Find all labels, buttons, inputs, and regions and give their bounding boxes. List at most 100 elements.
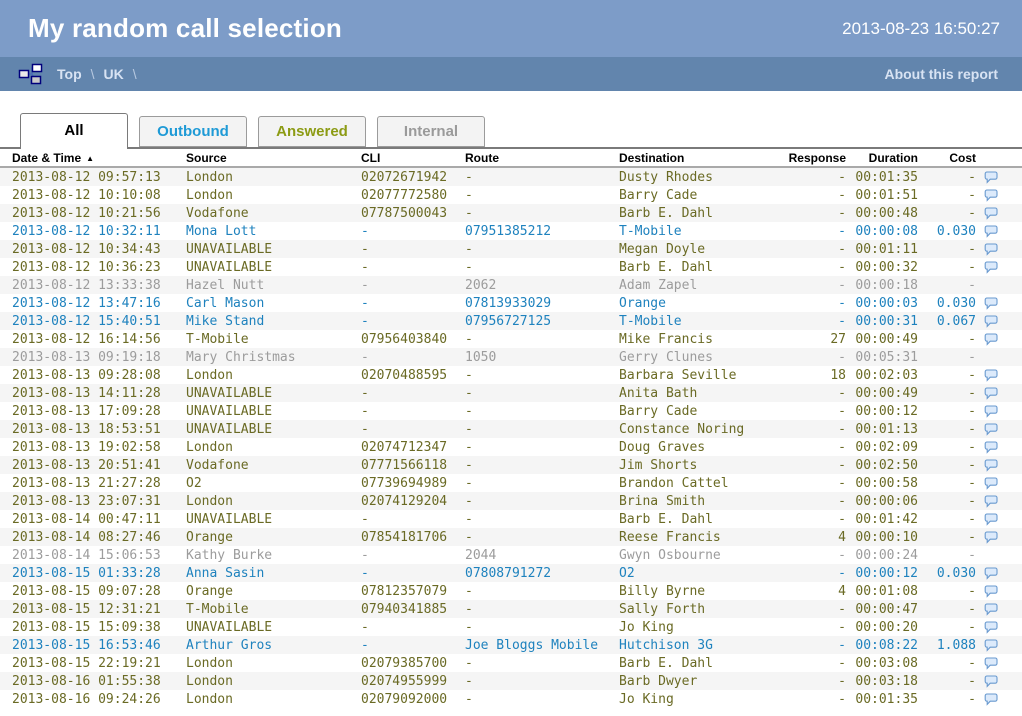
cell-cost: - (918, 656, 976, 671)
table-row[interactable]: 2013-08-15 15:09:38 UNAVAILABLE - - Jo K… (0, 618, 1022, 636)
table-row[interactable]: 2013-08-14 08:27:46 Orange 07854181706 -… (0, 528, 1022, 546)
speech-bubble-icon[interactable] (984, 441, 998, 454)
tab-outbound[interactable]: Outbound (139, 116, 247, 147)
cell-cli: 02079385700 (361, 656, 465, 671)
table-row[interactable]: 2013-08-13 14:11:28 UNAVAILABLE - - Anit… (0, 384, 1022, 402)
speech-bubble-icon[interactable] (984, 315, 998, 328)
speech-bubble-icon[interactable] (984, 297, 998, 310)
speech-bubble-icon[interactable] (984, 603, 998, 616)
table-row[interactable]: 2013-08-12 13:47:16 Carl Mason - 0781393… (0, 294, 1022, 312)
column-header-datetime[interactable]: Date & Time▲ (12, 151, 186, 165)
cell-route: 07956727125 (465, 314, 619, 329)
speech-bubble-icon[interactable] (984, 657, 998, 670)
breadcrumb-separator: \ (91, 66, 95, 82)
cell-cost: - (918, 458, 976, 473)
cell-cost: - (918, 440, 976, 455)
speech-bubble-icon[interactable] (984, 621, 998, 634)
sort-asc-icon: ▲ (86, 154, 94, 163)
column-header-destination[interactable]: Destination (619, 151, 774, 165)
cell-cost: - (918, 584, 976, 599)
table-row[interactable]: 2013-08-12 10:36:23 UNAVAILABLE - - Barb… (0, 258, 1022, 276)
speech-bubble-icon[interactable] (984, 171, 998, 184)
speech-bubble-icon[interactable] (984, 333, 998, 346)
speech-bubble-icon[interactable] (984, 243, 998, 256)
cell-source: London (186, 494, 361, 509)
table-row[interactable]: 2013-08-13 19:02:58 London 02074712347 -… (0, 438, 1022, 456)
table-row[interactable]: 2013-08-16 09:24:26 London 02079092000 -… (0, 690, 1022, 708)
table-row[interactable]: 2013-08-13 17:09:28 UNAVAILABLE - - Barr… (0, 402, 1022, 420)
speech-bubble-icon[interactable] (984, 477, 998, 490)
cell-datetime: 2013-08-16 01:55:38 (12, 674, 186, 689)
table-row[interactable]: 2013-08-15 16:53:46 Arthur Gros - Joe Bl… (0, 636, 1022, 654)
cell-datetime: 2013-08-12 10:32:11 (12, 224, 186, 239)
speech-bubble-icon[interactable] (984, 189, 998, 202)
column-header-cost[interactable]: Cost (918, 151, 976, 165)
table-row[interactable]: 2013-08-14 15:06:53 Kathy Burke - 2044 G… (0, 546, 1022, 564)
cell-datetime: 2013-08-13 19:02:58 (12, 440, 186, 455)
speech-bubble-icon[interactable] (984, 225, 998, 238)
column-header-cli[interactable]: CLI (361, 151, 465, 165)
speech-bubble-icon[interactable] (984, 639, 998, 652)
column-header-duration[interactable]: Duration (846, 151, 918, 165)
speech-bubble-icon[interactable] (984, 513, 998, 526)
tab-all[interactable]: All (20, 113, 128, 149)
column-header-response[interactable]: Response (774, 151, 846, 165)
cell-cli: - (361, 566, 465, 581)
cell-response: - (774, 602, 846, 617)
cell-route: 07951385212 (465, 224, 619, 239)
column-header-source[interactable]: Source (186, 151, 361, 165)
speech-bubble-icon[interactable] (984, 675, 998, 688)
speech-bubble-icon[interactable] (984, 585, 998, 598)
speech-bubble-icon[interactable] (984, 405, 998, 418)
about-this-report-link[interactable]: About this report (884, 66, 998, 82)
speech-bubble-icon[interactable] (984, 387, 998, 400)
page-title: My random call selection (28, 13, 342, 44)
cell-duration: 00:00:08 (846, 224, 918, 239)
table-row[interactable]: 2013-08-13 21:27:28 O2 07739694989 - Bra… (0, 474, 1022, 492)
table-row[interactable]: 2013-08-15 09:07:28 Orange 07812357079 -… (0, 582, 1022, 600)
table-row[interactable]: 2013-08-16 01:55:38 London 02074955999 -… (0, 672, 1022, 690)
cell-response: - (774, 440, 846, 455)
speech-bubble-icon[interactable] (984, 531, 998, 544)
cell-response: - (774, 260, 846, 275)
table-row[interactable]: 2013-08-12 10:21:56 Vodafone 07787500043… (0, 204, 1022, 222)
speech-bubble-icon[interactable] (984, 693, 998, 706)
cell-source: London (186, 170, 361, 185)
table-row[interactable]: 2013-08-13 09:28:08 London 02070488595 -… (0, 366, 1022, 384)
table-row[interactable]: 2013-08-15 01:33:28 Anna Sasin - 0780879… (0, 564, 1022, 582)
breadcrumb-item-top[interactable]: Top (57, 66, 82, 82)
cell-response: - (774, 476, 846, 491)
table-row[interactable]: 2013-08-12 10:32:11 Mona Lott - 07951385… (0, 222, 1022, 240)
table-row[interactable]: 2013-08-12 16:14:56 T-Mobile 07956403840… (0, 330, 1022, 348)
table-row[interactable]: 2013-08-13 09:19:18 Mary Christmas - 105… (0, 348, 1022, 366)
speech-bubble-icon[interactable] (984, 567, 998, 580)
table-row[interactable]: 2013-08-15 12:31:21 T-Mobile 07940341885… (0, 600, 1022, 618)
hierarchy-icon[interactable] (18, 63, 43, 85)
cell-destination: O2 (619, 566, 774, 581)
table-row[interactable]: 2013-08-12 09:57:13 London 02072671942 -… (0, 168, 1022, 186)
table-row[interactable]: 2013-08-12 10:10:08 London 02077772580 -… (0, 186, 1022, 204)
cell-route: - (465, 602, 619, 617)
column-header-route[interactable]: Route (465, 151, 619, 165)
speech-bubble-icon[interactable] (984, 261, 998, 274)
table-row[interactable]: 2013-08-12 15:40:51 Mike Stand - 0795672… (0, 312, 1022, 330)
breadcrumb-item-uk[interactable]: UK (104, 66, 124, 82)
speech-bubble-icon[interactable] (984, 459, 998, 472)
speech-bubble-icon[interactable] (984, 423, 998, 436)
cell-duration: 00:01:42 (846, 512, 918, 527)
cell-cost: - (918, 368, 976, 383)
speech-bubble-icon[interactable] (984, 495, 998, 508)
tab-answered[interactable]: Answered (258, 116, 366, 147)
cell-datetime: 2013-08-13 14:11:28 (12, 386, 186, 401)
table-row[interactable]: 2013-08-12 13:33:38 Hazel Nutt - 2062 Ad… (0, 276, 1022, 294)
speech-bubble-icon[interactable] (984, 369, 998, 382)
cell-source: Mary Christmas (186, 350, 361, 365)
table-row[interactable]: 2013-08-13 23:07:31 London 02074129204 -… (0, 492, 1022, 510)
table-row[interactable]: 2013-08-15 22:19:21 London 02079385700 -… (0, 654, 1022, 672)
table-row[interactable]: 2013-08-13 20:51:41 Vodafone 07771566118… (0, 456, 1022, 474)
tab-internal[interactable]: Internal (377, 116, 485, 147)
table-row[interactable]: 2013-08-12 10:34:43 UNAVAILABLE - - Mega… (0, 240, 1022, 258)
speech-bubble-icon[interactable] (984, 207, 998, 220)
table-row[interactable]: 2013-08-13 18:53:51 UNAVAILABLE - - Cons… (0, 420, 1022, 438)
table-row[interactable]: 2013-08-14 00:47:11 UNAVAILABLE - - Barb… (0, 510, 1022, 528)
